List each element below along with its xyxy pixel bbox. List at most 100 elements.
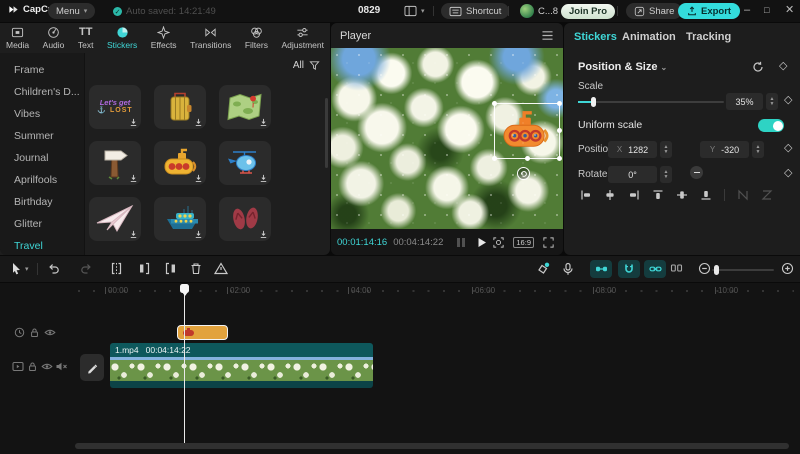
split-icon[interactable] bbox=[110, 262, 123, 275]
rotate-stepper[interactable]: ▲▼ bbox=[660, 166, 672, 183]
sticker-scrollbar[interactable] bbox=[325, 98, 328, 168]
tab-filters[interactable]: Filters bbox=[245, 26, 268, 53]
timeline-zoom-slider[interactable] bbox=[712, 269, 774, 271]
sticker-ship[interactable] bbox=[154, 197, 206, 241]
video-preview[interactable] bbox=[331, 48, 563, 229]
magnetic-snap-toggle[interactable] bbox=[618, 260, 640, 278]
delete-left-icon[interactable] bbox=[138, 262, 151, 275]
download-icon[interactable] bbox=[129, 174, 138, 183]
playhead-handle[interactable] bbox=[180, 284, 189, 293]
keyframe-icon[interactable]: ◇ bbox=[779, 59, 787, 72]
keyframe-icon[interactable]: ◇ bbox=[784, 93, 792, 106]
resize-handle[interactable] bbox=[557, 101, 562, 106]
sticker-lets-get-lost[interactable]: Let's get ⚓ LOST bbox=[89, 85, 141, 129]
auto-ripple-toggle[interactable] bbox=[590, 260, 612, 278]
cover-edit-button[interactable] bbox=[80, 354, 104, 381]
download-icon[interactable] bbox=[194, 118, 203, 127]
tab-stickers[interactable]: Stickers bbox=[107, 26, 137, 53]
tab-inspector-animation[interactable]: Animation bbox=[622, 31, 676, 43]
track1-lock-icon[interactable] bbox=[29, 327, 40, 338]
chevron-down-icon[interactable]: ▾ bbox=[25, 265, 29, 273]
track2-mute-icon[interactable] bbox=[55, 361, 68, 372]
position-x-field[interactable]: X 1282 bbox=[608, 141, 657, 158]
resize-handle[interactable] bbox=[492, 156, 497, 161]
download-icon[interactable] bbox=[259, 230, 268, 239]
playhead-line[interactable] bbox=[184, 293, 185, 443]
player-menu-icon[interactable] bbox=[541, 30, 554, 41]
download-icon[interactable] bbox=[259, 174, 268, 183]
category-summer[interactable]: Summer bbox=[0, 125, 84, 147]
tab-media[interactable]: Media bbox=[6, 26, 29, 53]
keyframe-icon[interactable]: ◇ bbox=[784, 166, 792, 179]
category-aprilfools[interactable]: Aprilfools bbox=[0, 169, 84, 191]
sticker-suitcase[interactable] bbox=[154, 85, 206, 129]
position-y-stepper[interactable]: ▲▼ bbox=[752, 141, 764, 158]
fullscreen-icon[interactable] bbox=[542, 236, 555, 249]
keyframe-icon[interactable]: ◇ bbox=[784, 141, 792, 154]
rotate-handle[interactable] bbox=[517, 167, 530, 180]
join-pro-button[interactable]: Join Pro bbox=[561, 4, 615, 19]
scale-stepper[interactable]: ▲▼ bbox=[766, 93, 778, 110]
share-button[interactable]: Share bbox=[626, 3, 682, 19]
menu-button[interactable]: Menu▾ bbox=[48, 3, 95, 19]
download-icon[interactable] bbox=[129, 118, 138, 127]
account-button[interactable]: C...8 bbox=[520, 4, 558, 18]
track1-hide-icon[interactable] bbox=[44, 327, 56, 338]
delete-right-icon[interactable] bbox=[164, 262, 177, 275]
video-clip[interactable]: 1.mp4 00:04:14:22 bbox=[110, 343, 373, 388]
play-button[interactable] bbox=[477, 237, 487, 248]
smart-tools-icon[interactable] bbox=[536, 262, 550, 276]
track1-duration-icon[interactable] bbox=[14, 327, 25, 338]
uniform-scale-toggle[interactable] bbox=[758, 119, 784, 132]
tab-transitions[interactable]: Transitions bbox=[190, 26, 231, 53]
reset-icon[interactable] bbox=[752, 61, 764, 73]
download-icon[interactable] bbox=[259, 118, 268, 127]
tab-text[interactable]: TT Text bbox=[78, 26, 94, 53]
category-journal[interactable]: Journal bbox=[0, 147, 84, 169]
tab-inspector-stickers[interactable]: Stickers bbox=[574, 31, 617, 43]
tab-effects[interactable]: Effects bbox=[151, 26, 177, 53]
download-icon[interactable] bbox=[194, 230, 203, 239]
timeline-zoom-thumb[interactable] bbox=[714, 265, 719, 275]
resize-handle[interactable] bbox=[525, 156, 530, 161]
export-button[interactable]: Export bbox=[678, 3, 740, 19]
category-birthday[interactable]: Birthday bbox=[0, 191, 84, 213]
delete-icon[interactable] bbox=[190, 262, 202, 275]
timeline-zoom-in-icon[interactable] bbox=[781, 262, 794, 275]
tab-audio[interactable]: Audio bbox=[43, 26, 65, 53]
download-icon[interactable] bbox=[129, 230, 138, 239]
resize-handle[interactable] bbox=[557, 156, 562, 161]
scale-slider[interactable] bbox=[578, 101, 724, 103]
position-x-stepper[interactable]: ▲▼ bbox=[660, 141, 672, 158]
sticker-flip-flops[interactable] bbox=[219, 197, 271, 241]
section-position-size[interactable]: Position & Size ⌄ bbox=[578, 61, 667, 73]
scale-slider-thumb[interactable] bbox=[591, 97, 596, 107]
timeline-horizontal-scrollbar[interactable] bbox=[75, 443, 789, 449]
rotate-field[interactable]: 0° bbox=[608, 166, 657, 183]
preview-axis-icon[interactable] bbox=[670, 262, 683, 274]
record-voiceover-icon[interactable] bbox=[562, 262, 574, 276]
resize-handle[interactable] bbox=[557, 128, 562, 133]
track2-hide-icon[interactable] bbox=[41, 361, 53, 372]
sticker-filter[interactable]: All bbox=[293, 60, 320, 71]
sticker-helicopter[interactable] bbox=[219, 141, 271, 185]
align-left-icon[interactable] bbox=[574, 189, 598, 201]
link-clips-toggle[interactable] bbox=[644, 260, 666, 278]
sticker-selection-box[interactable] bbox=[494, 103, 560, 159]
timeline-zoom-out-icon[interactable] bbox=[698, 262, 711, 275]
download-icon[interactable] bbox=[194, 174, 203, 183]
category-frame[interactable]: Frame bbox=[0, 59, 84, 81]
align-right-icon[interactable] bbox=[622, 189, 646, 201]
sticker-signpost[interactable] bbox=[89, 141, 141, 185]
category-travel[interactable]: Travel bbox=[0, 235, 84, 257]
align-center-horizontal-icon[interactable] bbox=[598, 189, 622, 201]
track2-lock-icon[interactable] bbox=[27, 361, 38, 372]
shortcut-button[interactable]: Shortcut bbox=[441, 3, 509, 19]
align-center-vertical-icon[interactable] bbox=[670, 189, 694, 201]
scale-value-field[interactable]: 35% bbox=[726, 93, 763, 110]
undo-icon[interactable] bbox=[47, 262, 60, 275]
rotate-dial[interactable] bbox=[690, 166, 703, 179]
resize-handle[interactable] bbox=[492, 101, 497, 106]
warning-triangle-icon[interactable] bbox=[214, 262, 228, 275]
pause-icon[interactable] bbox=[457, 238, 465, 247]
